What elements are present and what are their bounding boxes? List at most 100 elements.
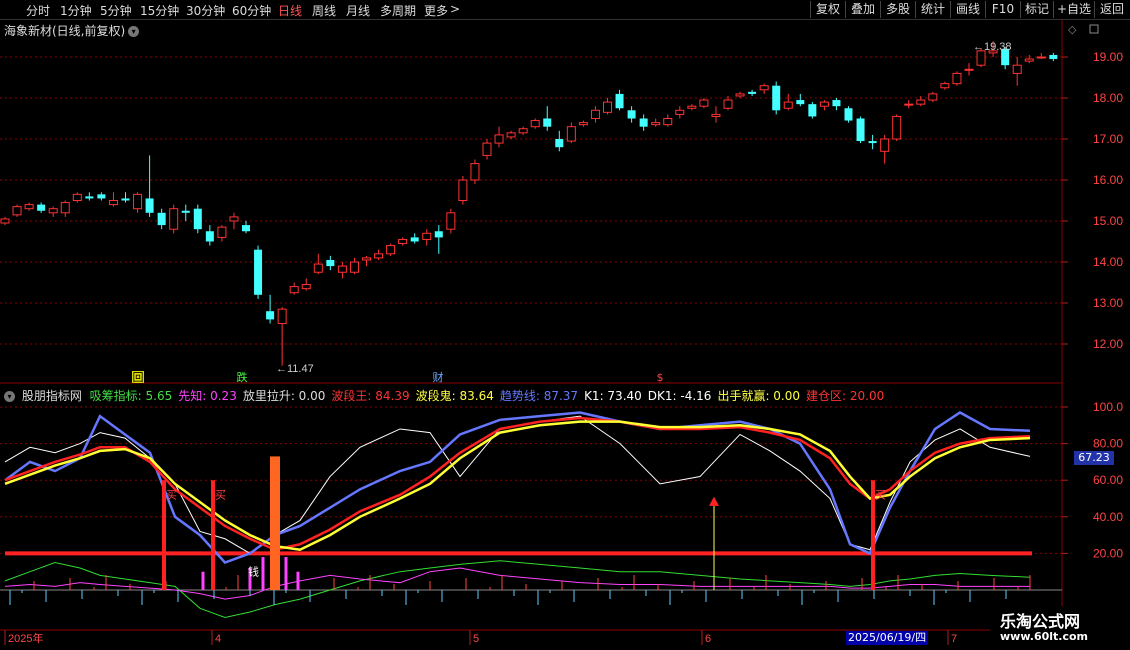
candle-body <box>0 218 10 224</box>
candle-body <box>157 212 166 226</box>
candle-body <box>254 249 263 295</box>
candle-body <box>783 101 793 109</box>
indicator-menu-icon[interactable]: ▾ <box>4 391 15 402</box>
candle-body <box>976 50 986 66</box>
candle-body <box>398 238 408 245</box>
candle-body <box>337 265 347 273</box>
indicator-item: DK1: -4.16 <box>647 389 712 403</box>
event-marker: 回 <box>133 371 144 384</box>
candle-body <box>796 100 805 105</box>
candle-body <box>1049 54 1058 60</box>
buy-label: 买 <box>875 489 886 502</box>
candle-body <box>193 208 202 230</box>
price-tick-label: 13.00 <box>1093 296 1123 310</box>
candle-body <box>590 109 600 120</box>
candle-body <box>410 237 419 242</box>
candle-body <box>880 138 890 152</box>
candle-body <box>543 118 552 127</box>
price-tick-label: 19.00 <box>1093 50 1123 64</box>
watermark-url: www.60lt.com <box>1000 630 1089 643</box>
indicator-tick-label: 40.00 <box>1093 510 1123 524</box>
candle-body <box>313 263 323 273</box>
candle-body <box>711 113 721 117</box>
indicator-item: 波段王: 84.39 <box>331 389 410 403</box>
foresight-bar <box>296 571 300 590</box>
candle-body <box>699 99 709 107</box>
event-marker: $ <box>657 371 664 384</box>
candle-body <box>326 259 335 267</box>
indicator-tick-label: 60.00 <box>1093 473 1123 487</box>
wave-ghost-line <box>4 420 1031 552</box>
candle-body <box>1036 56 1046 59</box>
candle-body <box>663 118 673 126</box>
date-label: 6 <box>705 633 711 645</box>
current-value-badge: 67.23 <box>1074 451 1114 465</box>
candle-body <box>362 257 371 261</box>
candle-body <box>97 194 106 199</box>
date-label: 5 <box>473 633 479 645</box>
diamond-icon: ◇ <box>1068 23 1077 36</box>
foresight-bar <box>284 557 288 590</box>
indicator-item: K1: 73.40 <box>584 389 642 403</box>
candle-body <box>952 72 962 85</box>
candle-body <box>386 245 396 255</box>
candle-body <box>1012 64 1022 74</box>
candle-body <box>735 93 745 97</box>
candle-body <box>72 193 82 202</box>
candle-body <box>627 110 636 119</box>
candle-body <box>24 204 34 210</box>
candle-body <box>530 120 540 128</box>
indicator-legend: ▾ 股朋指标网 吸筹指标: 5.65 先知: 0.23 放里拉升: 0.00 波段王:… <box>4 387 896 404</box>
indicator-item: 波段鬼: 83.64 <box>415 389 494 403</box>
candle-body <box>181 210 190 213</box>
buy-label: 买 <box>215 489 226 502</box>
candle-body <box>904 103 914 106</box>
candle-body <box>60 202 70 214</box>
price-tick-label: 14.00 <box>1093 255 1123 269</box>
candle-body <box>964 68 974 71</box>
candle-body <box>603 101 612 113</box>
candle-body <box>446 212 456 230</box>
money-label: 钱 <box>248 564 259 578</box>
candle-body <box>434 231 443 238</box>
chart-canvas[interactable]: 19.00 18.00 17.00 16.00 15.00 14.00 13.00 12.00… <box>0 0 1130 650</box>
candle-body <box>470 163 480 181</box>
candle-body <box>578 122 588 126</box>
wave-king-line <box>4 416 1031 552</box>
candle-body <box>844 108 853 121</box>
candle-body <box>772 85 781 111</box>
candle-body <box>748 91 757 94</box>
candle-body <box>615 93 624 109</box>
candle-body <box>289 286 299 294</box>
candle-body <box>277 308 287 324</box>
candle-body <box>832 100 841 107</box>
candle-body <box>506 132 516 138</box>
date-label: 7 <box>951 633 957 645</box>
candle-body <box>928 93 938 101</box>
candle-body <box>1024 58 1034 62</box>
low-price-label: ←11.47 <box>276 363 314 375</box>
candle-body <box>555 139 564 148</box>
candle-body <box>37 204 46 211</box>
candle-body <box>892 115 902 140</box>
candle-body <box>868 141 877 144</box>
price-tick-label: 16.00 <box>1093 173 1123 187</box>
indicator-tick-label: 80.00 <box>1093 437 1123 451</box>
cursor-date: 2025/06/19/四 <box>846 631 929 645</box>
indicator-item: 趋势线: 87.37 <box>499 389 579 403</box>
candle-body <box>675 109 685 115</box>
indicator-item: 放里拉升: 0.00 <box>242 389 326 403</box>
indicator-item: 出手就赢: 0.00 <box>717 389 801 403</box>
price-tick-label: 18.00 <box>1093 91 1123 105</box>
date-label: 2025年 <box>8 631 43 645</box>
candle-body <box>808 104 817 117</box>
candle-body <box>217 226 227 238</box>
up-arrow-icon <box>709 496 719 506</box>
candle-body <box>48 208 58 214</box>
candle-body <box>145 198 154 213</box>
indicator-item: 建仓区: 20.00 <box>806 389 885 403</box>
candle-body <box>374 253 384 259</box>
candle-body <box>759 85 769 91</box>
buy-label: 买 <box>166 489 177 502</box>
foresight-bar <box>201 571 205 590</box>
